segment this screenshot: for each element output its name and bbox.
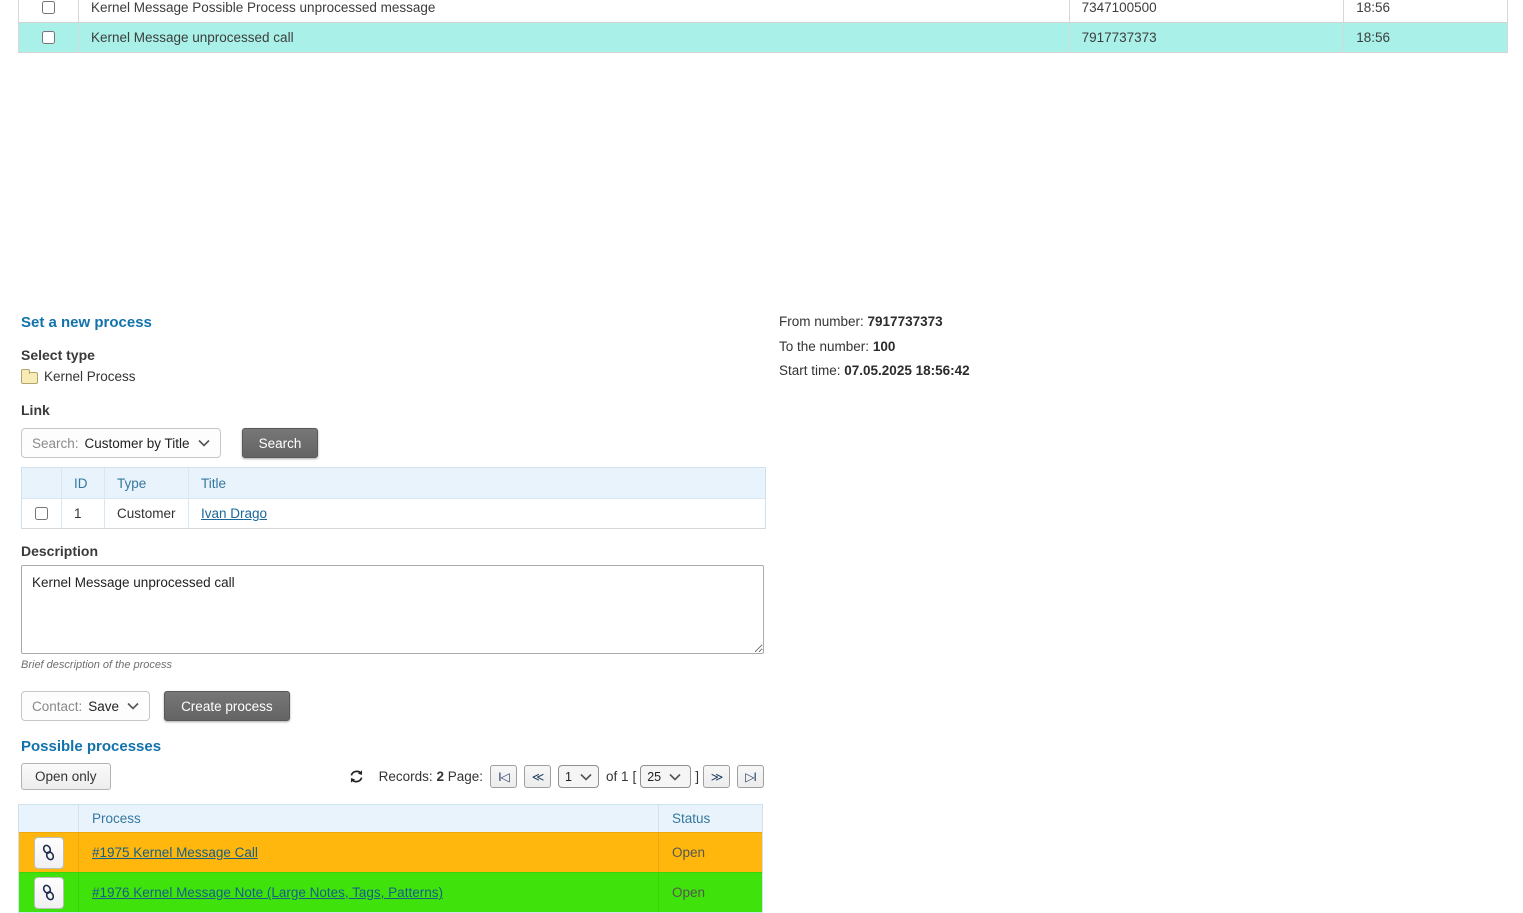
customer-link[interactable]: Ivan Drago xyxy=(201,506,267,521)
from-number-line: From number: 7917737373 xyxy=(779,314,970,339)
call-time: 18:56 xyxy=(1344,0,1507,22)
header-id: ID xyxy=(62,468,105,498)
row-checkbox[interactable] xyxy=(42,1,55,14)
process-type-label: Kernel Process xyxy=(44,369,136,384)
header-process: Process xyxy=(79,805,659,832)
process-row: #1976 Kernel Message Note (Large Notes, … xyxy=(19,872,762,912)
page-size-select[interactable]: 25 xyxy=(640,765,691,788)
contact-select-value: Save xyxy=(88,699,119,714)
table-row[interactable]: Kernel Message Possible Process unproces… xyxy=(19,0,1507,23)
call-number: 7917737373 xyxy=(1070,23,1345,52)
link-process-button[interactable] xyxy=(34,837,64,869)
possible-processes-title: Possible processes xyxy=(21,738,161,755)
description-hint: Brief description of the process xyxy=(21,659,172,671)
next-page-button[interactable]: ≫ xyxy=(703,765,730,788)
chevron-down-icon xyxy=(127,702,139,710)
last-page-button[interactable]: ▷I xyxy=(737,765,764,788)
start-time-value: 07.05.2025 18:56:42 xyxy=(844,363,969,378)
page-size-value: 25 xyxy=(647,770,661,784)
page-select-value: 1 xyxy=(565,770,572,784)
first-page-button[interactable]: I◁ xyxy=(490,765,517,788)
chevron-down-icon xyxy=(669,773,681,781)
chevron-down-icon xyxy=(580,773,592,781)
of-pages-label: of 1 xyxy=(606,769,629,784)
cell-id: 1 xyxy=(62,499,105,528)
status-badge: Open xyxy=(672,885,705,900)
refresh-icon[interactable] xyxy=(349,769,364,784)
pagination: Records: 2 Page: I◁ ≪ 1 of 1 [ 25 ] ≫ ▷I xyxy=(349,765,764,788)
from-number-value: 7917737373 xyxy=(868,314,943,329)
chain-link-icon xyxy=(42,844,55,861)
row-checkbox[interactable] xyxy=(35,507,48,520)
page-select[interactable]: 1 xyxy=(558,765,599,788)
process-link[interactable]: #1976 Kernel Message Note (Large Notes, … xyxy=(92,885,443,900)
bracket-close: ] xyxy=(695,769,699,784)
unprocessed-calls-table: Kernel Message Possible Process unproces… xyxy=(18,0,1508,53)
possible-processes-table: Process Status #1975 Kernel Message Call… xyxy=(18,804,763,913)
header-status: Status xyxy=(659,805,762,832)
page-title: Set a new process xyxy=(21,314,152,331)
open-only-button[interactable]: Open only xyxy=(21,763,111,790)
call-title: Kernel Message Possible Process unproces… xyxy=(79,0,1070,22)
search-button[interactable]: Search xyxy=(242,428,319,458)
header-type: Type xyxy=(105,468,189,498)
chevron-down-icon xyxy=(198,439,210,447)
select-type-label: Select type xyxy=(21,347,95,363)
description-textarea[interactable]: Kernel Message unprocessed call xyxy=(21,565,764,654)
process-type-item[interactable]: Kernel Process xyxy=(21,369,136,384)
records-count: 2 xyxy=(436,769,444,784)
call-details: From number: 7917737373 To the number: 1… xyxy=(779,314,970,388)
header-empty xyxy=(22,468,62,498)
contact-select-prefix: Contact: xyxy=(32,699,82,714)
search-select-value: Customer by Title xyxy=(85,436,190,451)
create-process-button[interactable]: Create process xyxy=(164,691,290,721)
process-row: #1975 Kernel Message Call Open xyxy=(19,832,762,872)
search-type-select[interactable]: Search: Customer by Title xyxy=(21,428,221,458)
contact-action-select[interactable]: Contact: Save xyxy=(21,691,150,721)
call-title: Kernel Message unprocessed call xyxy=(79,23,1070,52)
header-empty xyxy=(19,805,79,832)
call-time: 18:56 xyxy=(1344,23,1507,52)
row-checkbox[interactable] xyxy=(42,31,55,44)
call-number: 7347100500 xyxy=(1070,0,1345,22)
process-link[interactable]: #1975 Kernel Message Call xyxy=(92,845,258,860)
table-row-selected[interactable]: Kernel Message unprocessed call 79177373… xyxy=(19,23,1507,53)
records-label: Records: 2 Page: xyxy=(379,769,483,784)
description-label: Description xyxy=(21,543,98,559)
search-select-prefix: Search: xyxy=(32,436,79,451)
status-badge: Open xyxy=(672,845,705,860)
link-label: Link xyxy=(21,402,50,418)
header-title: Title xyxy=(189,468,765,498)
to-number-line: To the number: 100 xyxy=(779,339,970,364)
folder-icon xyxy=(21,372,38,384)
cell-type: Customer xyxy=(105,499,189,528)
prev-page-button[interactable]: ≪ xyxy=(524,765,551,788)
link-results-table: ID Type Title 1 Customer Ivan Drago xyxy=(21,467,766,529)
chain-link-icon xyxy=(42,884,55,901)
table-row: 1 Customer Ivan Drago xyxy=(22,498,765,528)
link-process-button[interactable] xyxy=(34,877,64,909)
start-time-line: Start time: 07.05.2025 18:56:42 xyxy=(779,363,970,388)
bracket-open: [ xyxy=(632,769,636,784)
to-number-value: 100 xyxy=(873,339,896,354)
